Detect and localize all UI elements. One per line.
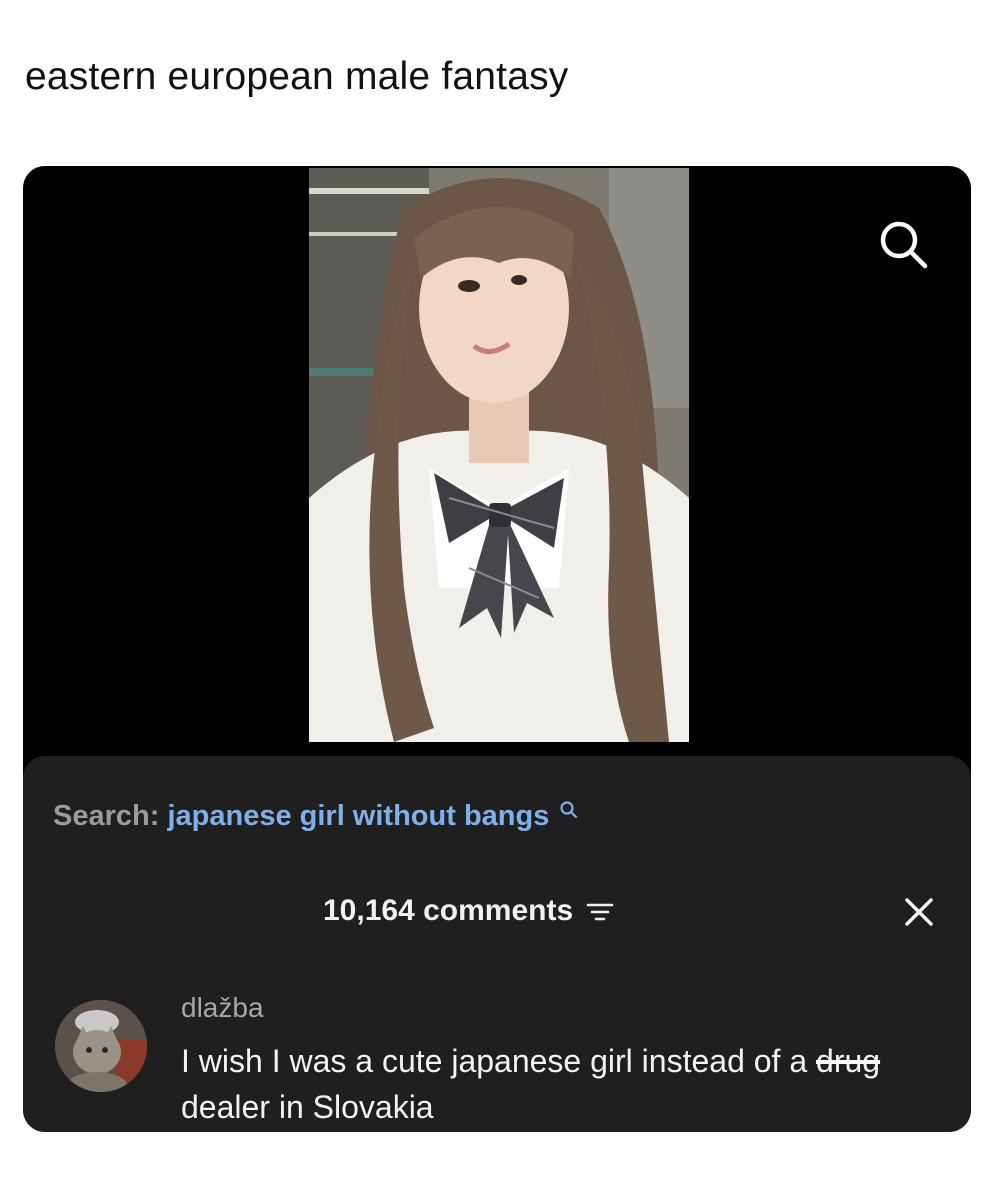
filter-icon[interactable] — [585, 900, 615, 924]
comment-text-after: dealer in Slovakia — [181, 1089, 434, 1125]
video-photo — [309, 168, 689, 742]
search-suggestion[interactable]: Search: japanese girl without bangs — [53, 800, 579, 833]
tiktok-screenshot: Search: japanese girl without bangs 10,1… — [23, 166, 971, 1132]
comment-text: I wish I was a cute japanese girl instea… — [181, 1038, 941, 1130]
cat-avatar-icon — [55, 1000, 147, 1092]
comment-count: 10,164 comments — [323, 894, 574, 927]
comment-struck-word: drug — [816, 1043, 881, 1079]
search-query-link[interactable]: japanese girl without bangs — [167, 800, 549, 832]
comments-sheet: Search: japanese girl without bangs 10,1… — [23, 756, 971, 1132]
comment-username[interactable]: dlažba — [181, 992, 264, 1024]
search-icon[interactable] — [875, 216, 933, 274]
search-icon — [560, 801, 578, 819]
search-prefix: Search: — [53, 800, 160, 832]
comments-header: 10,164 comments — [323, 894, 615, 928]
close-icon[interactable] — [903, 896, 935, 928]
comment-text-before: I wish I was a cute japanese girl instea… — [181, 1043, 817, 1079]
post-caption: eastern european male fantasy — [25, 55, 569, 98]
video-thumbnail[interactable] — [309, 168, 689, 742]
avatar[interactable] — [55, 1000, 147, 1092]
